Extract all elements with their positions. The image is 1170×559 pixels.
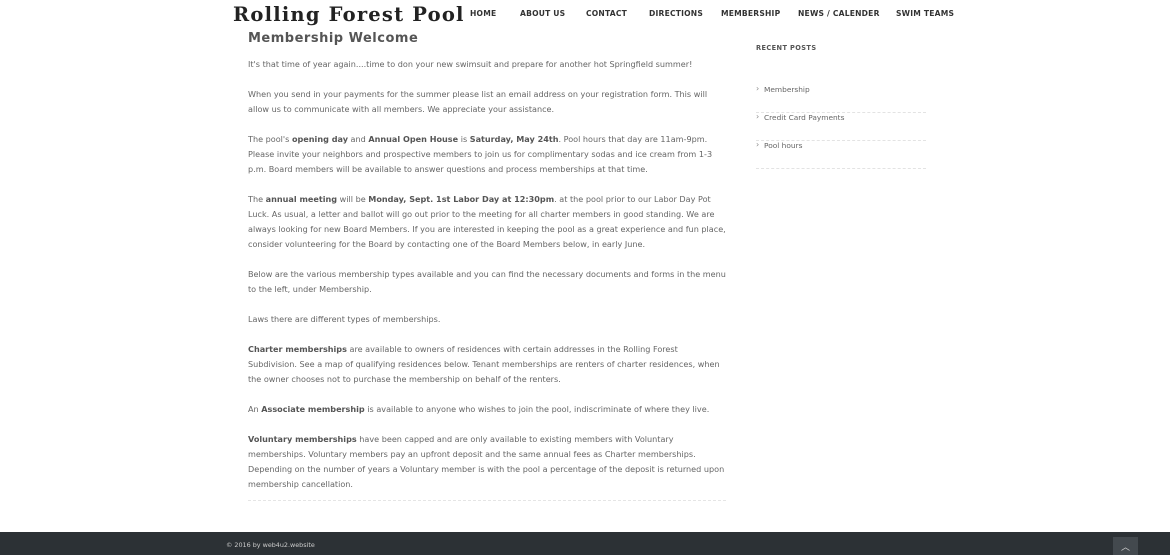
text: The pool's xyxy=(248,134,292,144)
voluntary-membership-paragraph: Voluntary memberships have been capped a… xyxy=(248,432,728,492)
annual-meeting-label: annual meeting xyxy=(265,194,338,204)
recent-post-link[interactable]: Membership xyxy=(764,85,810,94)
text: is available to anyone who wishes to joi… xyxy=(364,404,710,414)
recent-post-item[interactable]: › Membership xyxy=(756,84,926,113)
site-header: Rolling Forest Pool HOME ABOUT US CONTAC… xyxy=(0,0,1170,28)
annual-meeting-date: Monday, Sept. 1st Labor Day at 12:30pm xyxy=(368,194,555,204)
text: is xyxy=(458,134,470,144)
recent-post-link[interactable]: Credit Card Payments xyxy=(764,113,844,122)
text: and xyxy=(347,134,369,144)
recent-post-item[interactable]: › Credit Card Payments xyxy=(756,112,926,141)
charter-membership-paragraph: Charter memberships are available to own… xyxy=(248,342,728,387)
text: The xyxy=(248,194,266,204)
open-house-paragraph: The pool's opening day and Annual Open H… xyxy=(248,132,728,177)
nav-directions[interactable]: DIRECTIONS xyxy=(649,9,703,18)
recent-post-link[interactable]: Pool hours xyxy=(764,141,802,150)
chevron-right-icon: › xyxy=(756,84,760,93)
chevron-right-icon: › xyxy=(756,112,760,121)
annual-meeting-paragraph: The annual meeting will be Monday, Sept.… xyxy=(248,192,728,252)
recent-post-item[interactable]: › Pool hours xyxy=(756,140,926,169)
recent-posts-title: RECENT POSTS xyxy=(756,44,817,52)
main-content: It's that time of year again....time to … xyxy=(248,57,728,492)
nav-swim-teams[interactable]: SWIM TEAMS xyxy=(896,9,954,18)
intro-paragraph: It's that time of year again....time to … xyxy=(248,59,693,69)
sidebar: RECENT POSTS › Membership › Credit Card … xyxy=(756,44,926,169)
nav-membership[interactable]: MEMBERSHIP xyxy=(721,9,780,18)
site-footer: © 2016 by web4u2.website ︿ xyxy=(0,532,1170,555)
open-house-label: Annual Open House xyxy=(368,134,459,144)
charter-membership-label: Charter memberships xyxy=(248,344,347,354)
nav-contact[interactable]: CONTACT xyxy=(586,9,627,18)
text: will be xyxy=(337,194,369,204)
registration-paragraph: When you send in your payments for the s… xyxy=(248,89,708,114)
opening-day-label: opening day xyxy=(291,134,348,144)
associate-membership-paragraph: An Associate membership is available to … xyxy=(248,402,728,417)
page-title: Membership Welcome xyxy=(248,30,419,46)
membership-types-paragraph: Below are the various membership types a… xyxy=(248,269,726,294)
chevron-up-icon: ︿ xyxy=(1120,543,1130,553)
content-divider xyxy=(248,500,726,501)
back-to-top-button[interactable]: ︿ xyxy=(1113,537,1138,555)
open-house-date: Saturday, May 24th xyxy=(469,134,559,144)
nav-about-us[interactable]: ABOUT US xyxy=(520,9,565,18)
site-logo[interactable]: Rolling Forest Pool xyxy=(233,3,465,26)
nav-home[interactable]: HOME xyxy=(470,9,496,18)
nav-news-calender[interactable]: NEWS / CALENDER xyxy=(798,9,880,18)
copyright-text: © 2016 by web4u2.website xyxy=(226,541,315,549)
laws-paragraph: Laws there are different types of member… xyxy=(248,314,441,324)
associate-membership-label: Associate membership xyxy=(261,404,365,414)
voluntary-membership-label: Voluntary memberships xyxy=(248,434,357,444)
text: An xyxy=(248,404,262,414)
chevron-right-icon: › xyxy=(756,140,760,149)
